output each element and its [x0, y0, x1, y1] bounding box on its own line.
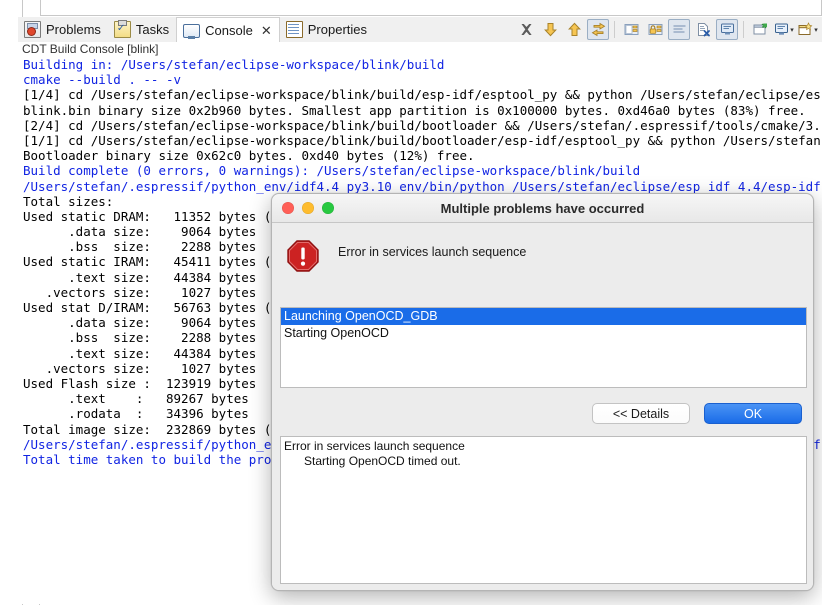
ok-button[interactable]: OK	[704, 403, 802, 424]
error-stop-icon	[286, 239, 320, 273]
properties-icon	[285, 21, 303, 38]
scroll-up-arrow-icon[interactable]	[563, 19, 585, 40]
tab-properties[interactable]: Properties	[280, 17, 374, 42]
console-icon	[183, 23, 201, 39]
toolbar-separator-1	[614, 21, 615, 38]
dialog-message: Error in services launch sequence	[338, 245, 527, 259]
pin-console-icon[interactable]	[644, 19, 666, 40]
dialog-body: Error in services launch sequence Launch…	[272, 223, 813, 590]
list-item[interactable]: Starting OpenOCD	[281, 325, 806, 342]
tab-console-label: Console	[205, 22, 253, 38]
chevron-down-icon[interactable]: ▾	[814, 26, 818, 34]
console-line: /Users/stefan/.espressif/python_env/idf4…	[23, 178, 821, 194]
problem-list[interactable]: Launching OpenOCD_GDB Starting OpenOCD	[280, 307, 807, 388]
console-line: blink.bin binary size 0x2b960 bytes. Sma…	[23, 102, 806, 118]
problems-icon	[24, 21, 41, 38]
view-tab-bar: Problems Tasks Console ✕ Properties	[18, 17, 822, 42]
display-selected-console-icon[interactable]: ▾	[773, 19, 795, 40]
toolbar-separator-2	[743, 21, 744, 38]
close-icon[interactable]: ✕	[261, 24, 272, 37]
tasks-icon	[113, 20, 131, 38]
console-title: CDT Build Console [blink]	[19, 42, 821, 57]
show-console-icon[interactable]	[716, 19, 738, 40]
chevron-down-icon[interactable]: ▾	[790, 26, 794, 34]
tab-problems[interactable]: Problems	[18, 17, 108, 42]
tab-tasks-label: Tasks	[135, 22, 170, 37]
dialog-message-row: Error in services launch sequence	[272, 223, 813, 273]
error-dialog: Multiple problems have occurred Error in…	[271, 193, 814, 591]
dialog-title: Multiple problems have occurred	[440, 200, 645, 216]
scroll-lock-icon[interactable]	[587, 19, 609, 40]
app-window: Problems Tasks Console ✕ Properties	[0, 0, 822, 605]
word-wrap-icon[interactable]	[668, 19, 690, 40]
editor-area-stub	[40, 0, 822, 16]
terminate-all-icon[interactable]	[515, 19, 537, 40]
console-line: Bootloader binary size 0x62c0 bytes. 0xd…	[23, 148, 475, 164]
console-line: [2/4] cd /Users/stefan/eclipse-workspace…	[23, 117, 821, 133]
dialog-title-bar[interactable]: Multiple problems have occurred	[272, 194, 813, 223]
list-item[interactable]: Launching OpenOCD_GDB	[281, 308, 806, 325]
console-line: [1/4] cd /Users/stefan/eclipse-workspace…	[23, 87, 821, 103]
console-toolbar: ▾ ▾	[514, 17, 820, 42]
open-console-icon[interactable]	[749, 19, 771, 40]
details-line: Starting OpenOCD timed out.	[284, 454, 461, 468]
console-line: cmake --build . -- -v	[23, 72, 182, 88]
save-console-icon[interactable]	[620, 19, 642, 40]
details-button[interactable]: << Details	[592, 403, 690, 424]
tab-properties-label: Properties	[307, 22, 368, 37]
clear-console-icon[interactable]	[692, 19, 714, 40]
dialog-button-row: << Details OK	[592, 403, 802, 424]
console-line: Build complete (0 errors, 0 warnings): /…	[23, 163, 641, 179]
tab-tasks[interactable]: Tasks	[108, 17, 176, 42]
console-line: [1/1] cd /Users/stefan/eclipse-workspace…	[23, 132, 821, 148]
tab-console[interactable]: Console ✕	[176, 17, 280, 42]
scroll-down-arrow-icon[interactable]	[539, 19, 561, 40]
tab-problems-label: Problems	[46, 22, 101, 37]
details-line: Error in services launch sequence	[284, 439, 465, 453]
console-line: Building in: /Users/stefan/eclipse-works…	[23, 57, 445, 72]
details-panel[interactable]: Error in services launch sequence Starti…	[280, 436, 807, 584]
new-console-view-icon[interactable]: ▾	[797, 19, 819, 40]
